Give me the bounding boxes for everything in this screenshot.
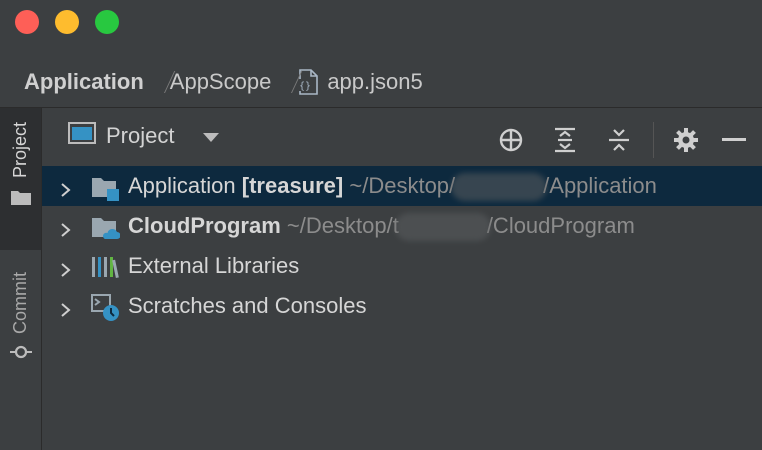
tool-window-strip: Project Commit	[0, 108, 42, 450]
libraries-icon	[90, 252, 120, 282]
module-folder-icon	[90, 172, 120, 202]
tree-row-text: CloudProgram ~/Desktop/t/CloudProgram	[128, 213, 635, 242]
breadcrumb-appscope[interactable]: AppScope	[170, 69, 272, 95]
maximize-window-button[interactable]	[95, 10, 119, 34]
tree-row-suffix: [treasure]	[241, 173, 344, 198]
tree-row-path-end: /Application	[543, 173, 657, 198]
breadcrumb-separator	[150, 67, 164, 97]
toolbar-icons	[471, 122, 748, 158]
tree-row-name: CloudProgram	[128, 213, 281, 238]
chevron-right-icon[interactable]	[58, 218, 74, 237]
close-window-button[interactable]	[15, 10, 39, 34]
breadcrumb-app-json5[interactable]: app.json5	[327, 69, 422, 95]
commit-icon	[9, 344, 32, 365]
redacted-text	[451, 173, 548, 202]
tab-commit[interactable]: Commit	[0, 258, 41, 388]
tree-row-path-start: ~/Desktop/t	[286, 213, 399, 238]
chevron-right-icon[interactable]	[58, 178, 74, 197]
tab-project[interactable]: Project	[0, 108, 41, 250]
tree-row-path-start: ~/Desktop/	[349, 173, 456, 198]
minimize-window-button[interactable]	[55, 10, 79, 34]
locate-icon[interactable]	[497, 126, 525, 154]
tree-row-name: External Libraries	[128, 253, 300, 278]
tree-row-cloudprogram[interactable]: CloudProgram ~/Desktop/t/CloudProgram	[42, 206, 762, 246]
scratches-icon	[90, 292, 120, 322]
project-view-selector[interactable]: Project	[68, 121, 220, 151]
title-bar	[0, 0, 762, 50]
collapse-all-icon[interactable]	[605, 126, 633, 154]
tree-row-name: Scratches and Consoles	[128, 293, 367, 318]
minimize-icon[interactable]	[720, 126, 748, 154]
breadcrumb: Application AppScope {} app.json5	[0, 58, 762, 106]
cloud-folder-icon	[90, 212, 121, 242]
expand-all-icon[interactable]	[551, 126, 579, 154]
chevron-down-icon[interactable]	[202, 123, 220, 149]
svg-text:{}: {}	[299, 81, 311, 92]
chevron-right-icon[interactable]	[58, 258, 74, 277]
tab-commit-label: Commit	[10, 272, 30, 334]
gear-icon[interactable]	[672, 126, 700, 154]
chevron-right-icon[interactable]	[58, 298, 74, 317]
tree-row-text: External Libraries	[128, 253, 299, 279]
tree-row-external-libraries[interactable]: External Libraries	[42, 246, 762, 286]
window-icon	[68, 121, 96, 151]
tab-project-label: Project	[10, 122, 30, 179]
tree-row-text: Scratches and Consoles	[128, 293, 366, 319]
project-panel: Project Application [treasure] ~/Desktop…	[42, 108, 762, 450]
project-view-title: Project	[106, 123, 175, 148]
breadcrumb-separator	[277, 67, 291, 97]
project-tree: Application [treasure] ~/Desktop/ /Applic…	[42, 166, 762, 326]
redacted-text	[394, 213, 491, 242]
tree-row-application[interactable]: Application [treasure] ~/Desktop/ /Applic…	[42, 166, 762, 206]
project-toolbar: Project	[42, 108, 762, 164]
tree-row-name: Application	[128, 173, 236, 198]
folder-icon	[10, 188, 32, 211]
breadcrumb-application[interactable]: Application	[24, 69, 144, 95]
toolbar-separator	[653, 122, 654, 158]
tree-row-path-end: /CloudProgram	[486, 213, 635, 238]
tree-row-scratches[interactable]: Scratches and Consoles	[42, 286, 762, 326]
tree-row-text: Application [treasure] ~/Desktop/ /Applic…	[128, 173, 657, 202]
